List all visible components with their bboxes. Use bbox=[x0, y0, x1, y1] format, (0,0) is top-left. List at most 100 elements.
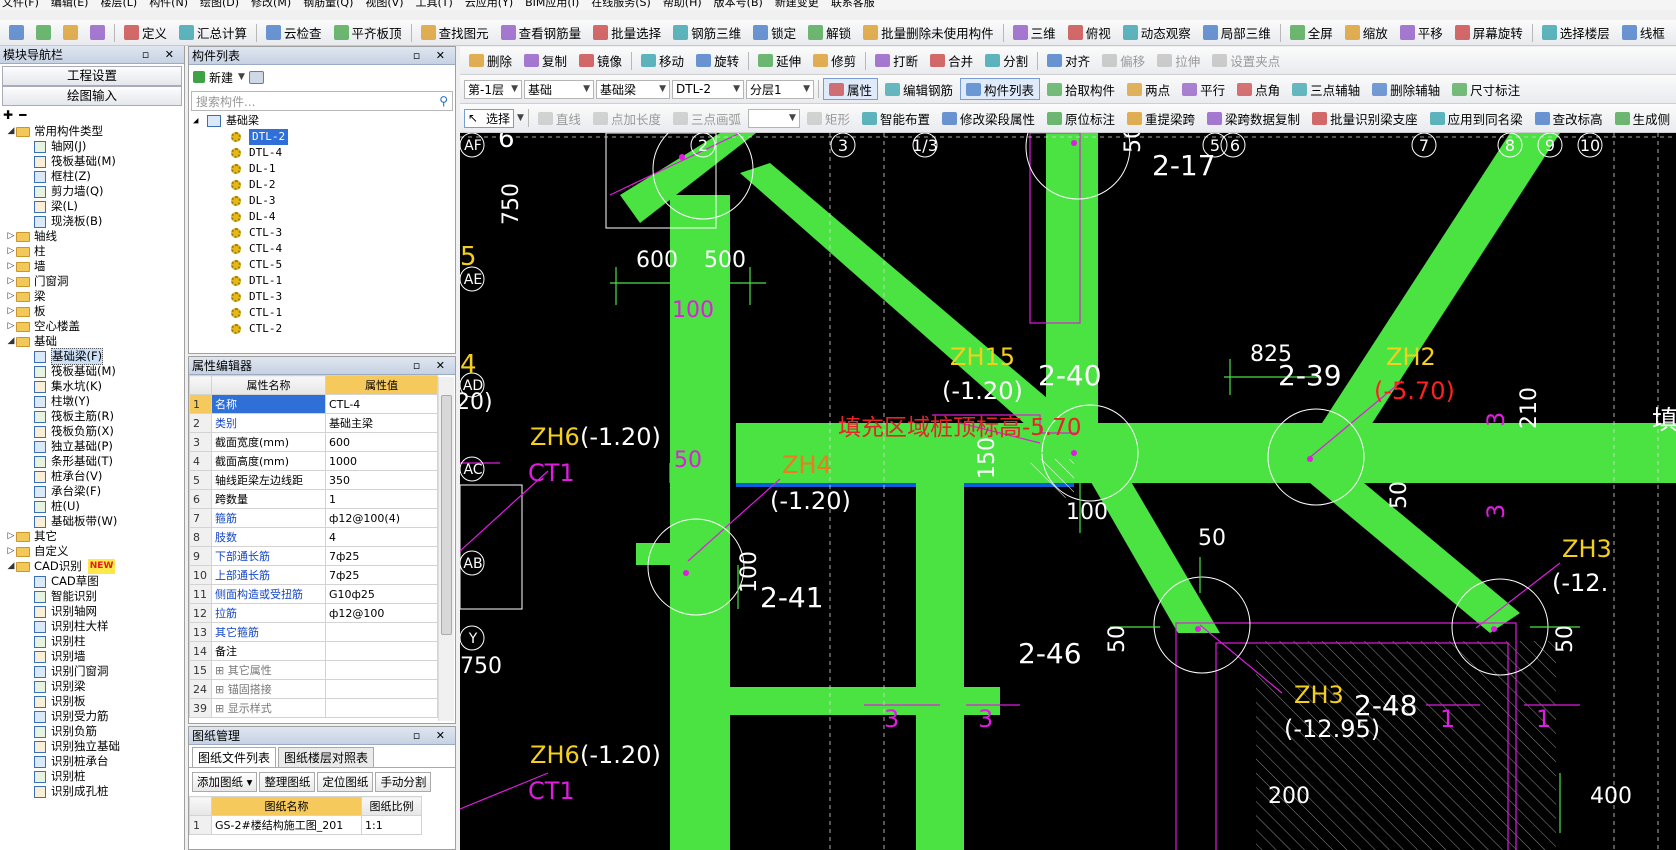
menu-item[interactable]: 联系客服 bbox=[831, 0, 875, 10]
draw-tool-button[interactable]: 直线 bbox=[533, 107, 586, 129]
pile-center[interactable] bbox=[1195, 626, 1201, 632]
property-row[interactable]: 13 其它箍筋 bbox=[189, 622, 438, 642]
pile-center[interactable] bbox=[1491, 626, 1497, 632]
component-tool-button[interactable]: 平行 bbox=[1177, 78, 1230, 100]
nav-tree-item[interactable]: 梁(L) bbox=[0, 199, 184, 214]
nav-tree-item[interactable]: 柱墩(Y) bbox=[0, 394, 184, 409]
property-row[interactable]: 8 肢数 4 bbox=[189, 527, 438, 547]
nav-tree-item[interactable]: 剪力墙(Q) bbox=[0, 184, 184, 199]
component-tool-button[interactable]: 尺寸标注 bbox=[1447, 78, 1525, 100]
locate-drawing-button[interactable]: 定位图纸 bbox=[317, 772, 374, 792]
component-list-item[interactable]: CTL-5 bbox=[189, 257, 455, 273]
expand-icon[interactable]: ▷ bbox=[6, 319, 16, 334]
collapse-icon[interactable]: ◢ bbox=[6, 559, 16, 574]
expand-icon[interactable]: ▷ bbox=[6, 259, 16, 274]
menu-item[interactable]: 版本号(B) bbox=[714, 0, 763, 10]
nav-tree-item[interactable]: 框柱(Z) bbox=[0, 169, 184, 184]
nav-tree-item[interactable]: ▷ 自定义 bbox=[0, 544, 184, 559]
arc-mode-select[interactable]: ▼ bbox=[747, 108, 800, 128]
property-value[interactable] bbox=[325, 660, 438, 680]
draw-tool-button[interactable]: 智能布置 bbox=[857, 107, 935, 129]
nav-tree-item[interactable]: 识别负筋 bbox=[0, 724, 184, 739]
menu-item[interactable]: 钢筋量(Q) bbox=[303, 0, 353, 10]
align-slab-button[interactable]: 平齐板顶 bbox=[329, 22, 407, 44]
orbit-button[interactable]: 动态观察 bbox=[1118, 22, 1196, 44]
zoom-button[interactable]: 缩放 bbox=[1340, 22, 1393, 44]
close-icon[interactable]: ▫ ✕ bbox=[413, 357, 451, 375]
nav-tree-item[interactable]: ◢ 基础 bbox=[0, 334, 184, 349]
property-scrollbar[interactable] bbox=[438, 377, 454, 721]
property-row[interactable]: 7 箍筋 ф12@100(4) bbox=[189, 508, 438, 528]
menu-item[interactable]: 帮助(H) bbox=[663, 0, 702, 10]
nav-tree-item[interactable]: 承台梁(F) bbox=[0, 484, 184, 499]
drawing-input-button[interactable]: 绘图输入 bbox=[2, 86, 182, 106]
nav-tree-item[interactable]: ▷ 轴线 bbox=[0, 229, 184, 244]
component-list-item[interactable]: DL-3 bbox=[189, 193, 455, 209]
drawing-row[interactable]: 1 GS-2#楼结构施工图_201 1:1 bbox=[189, 815, 422, 835]
close-icon[interactable]: ▫ ✕ bbox=[413, 47, 451, 65]
property-row[interactable]: 6 跨数量 1 bbox=[189, 489, 438, 509]
stretch-button[interactable]: 拉伸 bbox=[1152, 50, 1205, 72]
nav-tree-item[interactable]: 桩(U) bbox=[0, 499, 184, 514]
pile-center[interactable] bbox=[1071, 140, 1077, 146]
nav-tree-item[interactable]: 筏板基础(M) bbox=[0, 154, 184, 169]
scrollbar-thumb[interactable] bbox=[441, 395, 452, 635]
cad-svg[interactable]: 2 3 1/3 5 6 7 8 9 10 AF AE AD AC AB Y 2-… bbox=[460, 133, 1676, 850]
tab-drawing-files[interactable]: 图纸文件列表 bbox=[192, 747, 277, 767]
nav-tree-item[interactable]: ▷ 墙 bbox=[0, 259, 184, 274]
floor-select[interactable]: 第-1层 ▼ bbox=[464, 79, 522, 99]
component-tool-button[interactable]: 构件列表 bbox=[960, 78, 1041, 100]
expand-icon[interactable]: ▷ bbox=[6, 244, 16, 259]
property-row[interactable]: 14 备注 bbox=[189, 641, 438, 661]
nav-tree-item[interactable]: 识别受力筋 bbox=[0, 709, 184, 724]
component-list-item[interactable]: DTL-2 bbox=[189, 129, 455, 145]
fullscreen-button[interactable]: 全屏 bbox=[1285, 22, 1338, 44]
component-list-item[interactable]: DTL-1 bbox=[189, 273, 455, 289]
rebar-view-button[interactable]: 查看钢筋量 bbox=[496, 22, 587, 44]
collapse-icon[interactable]: ◢ bbox=[6, 124, 16, 139]
property-value[interactable] bbox=[325, 622, 438, 642]
component-list-item[interactable]: CTL-3 bbox=[189, 225, 455, 241]
menu-item[interactable]: 视图(V) bbox=[365, 0, 403, 10]
sigma-button[interactable]: 汇总计算 bbox=[174, 22, 252, 44]
select-floor-button[interactable]: 选择楼层 bbox=[1537, 22, 1615, 44]
add-drawing-button[interactable]: 添加图纸 ▾ bbox=[192, 772, 258, 792]
component-list-item[interactable]: CTL-4 bbox=[189, 241, 455, 257]
category-select[interactable]: 基础 ▼ bbox=[524, 79, 594, 99]
nav-tree-item[interactable]: ▷ 空心楼盖 bbox=[0, 319, 184, 334]
search-icon[interactable]: ⚲ bbox=[439, 94, 448, 108]
nav-tree-item[interactable]: 识别墙 bbox=[0, 649, 184, 664]
nav-tree-item[interactable]: 现浇板(B) bbox=[0, 214, 184, 229]
copy-button[interactable]: 复制 bbox=[519, 50, 572, 72]
component-tool-button[interactable]: 拾取构件 bbox=[1042, 78, 1120, 100]
component-list-item[interactable]: DL-4 bbox=[189, 209, 455, 225]
tab-floor-mapping[interactable]: 图纸楼层对照表 bbox=[278, 747, 375, 767]
nav-tree-item[interactable]: 基础梁(F) bbox=[0, 348, 184, 365]
nav-tree-item[interactable]: 识别梁 bbox=[0, 679, 184, 694]
property-value[interactable] bbox=[325, 641, 438, 661]
draw-tool-button[interactable]: 修改梁段属性 bbox=[937, 107, 1040, 129]
define-button[interactable]: 定义 bbox=[119, 22, 172, 44]
nav-tree-item[interactable]: 集水坑(K) bbox=[0, 379, 184, 394]
extend-button[interactable]: 延伸 bbox=[753, 50, 806, 72]
trim-button[interactable]: 修剪 bbox=[808, 50, 861, 72]
pile-center[interactable] bbox=[683, 570, 689, 576]
organize-drawing-button[interactable]: 整理图纸 bbox=[259, 772, 316, 792]
draw-tool-button[interactable]: 批量识别梁支座 bbox=[1307, 107, 1423, 129]
property-row[interactable]: 9 下部通长筋 7ф25 bbox=[189, 546, 438, 566]
lock-button[interactable]: 锁定 bbox=[748, 22, 801, 44]
draw-tool-button[interactable]: 矩形 bbox=[802, 107, 855, 129]
menu-item[interactable]: 编辑(E) bbox=[51, 0, 89, 10]
offset-button[interactable]: 偏移 bbox=[1097, 50, 1150, 72]
split-button[interactable]: 分割 bbox=[980, 50, 1033, 72]
menu-item[interactable]: 工具(T) bbox=[416, 0, 453, 10]
nav-tree-item[interactable]: 识别成孔桩 bbox=[0, 784, 184, 799]
mirror-button[interactable]: 镜像 bbox=[574, 50, 627, 72]
nav-tree-item[interactable]: 识别门窗洞 bbox=[0, 664, 184, 679]
nav-tree-item[interactable]: 筏板主筋(R) bbox=[0, 409, 184, 424]
nav-tree-item[interactable]: ▷ 板 bbox=[0, 304, 184, 319]
nav-tree-item[interactable]: 识别板 bbox=[0, 694, 184, 709]
pile-center[interactable] bbox=[679, 154, 685, 160]
copy-component-icon[interactable] bbox=[248, 70, 264, 84]
draw-tool-button[interactable]: 应用到同名梁 bbox=[1425, 107, 1528, 129]
